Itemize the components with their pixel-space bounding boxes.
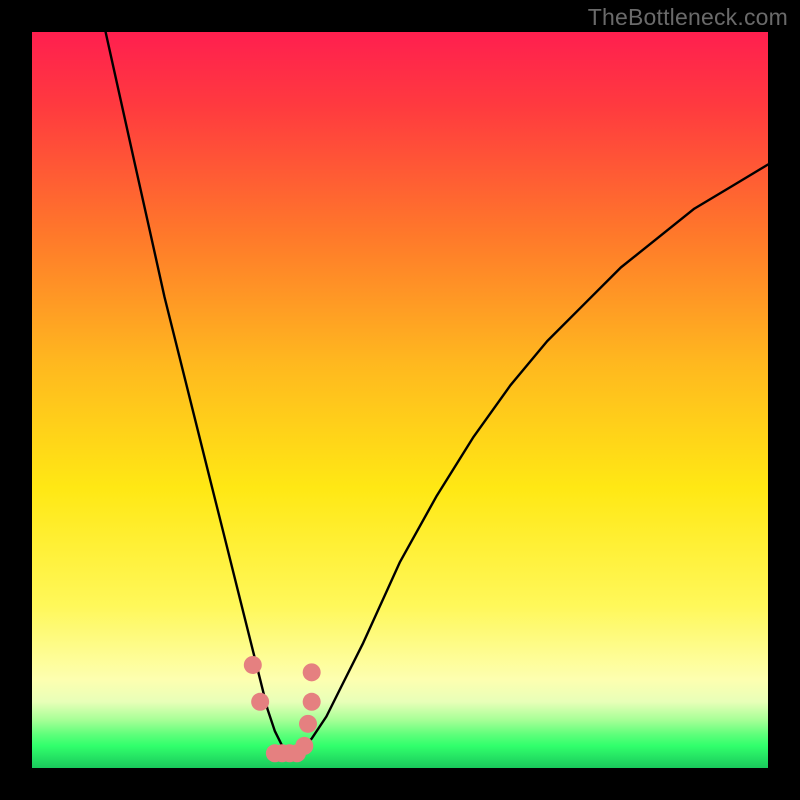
- bottleneck-chart: [32, 32, 768, 768]
- marker-dot: [299, 715, 317, 733]
- watermark-text: TheBottleneck.com: [588, 4, 788, 31]
- chart-frame: TheBottleneck.com: [0, 0, 800, 800]
- marker-dot: [295, 737, 313, 755]
- marker-dot: [244, 656, 262, 674]
- marker-dot: [303, 663, 321, 681]
- plot-area: [32, 32, 768, 768]
- marker-dot: [251, 693, 269, 711]
- marker-dot: [303, 693, 321, 711]
